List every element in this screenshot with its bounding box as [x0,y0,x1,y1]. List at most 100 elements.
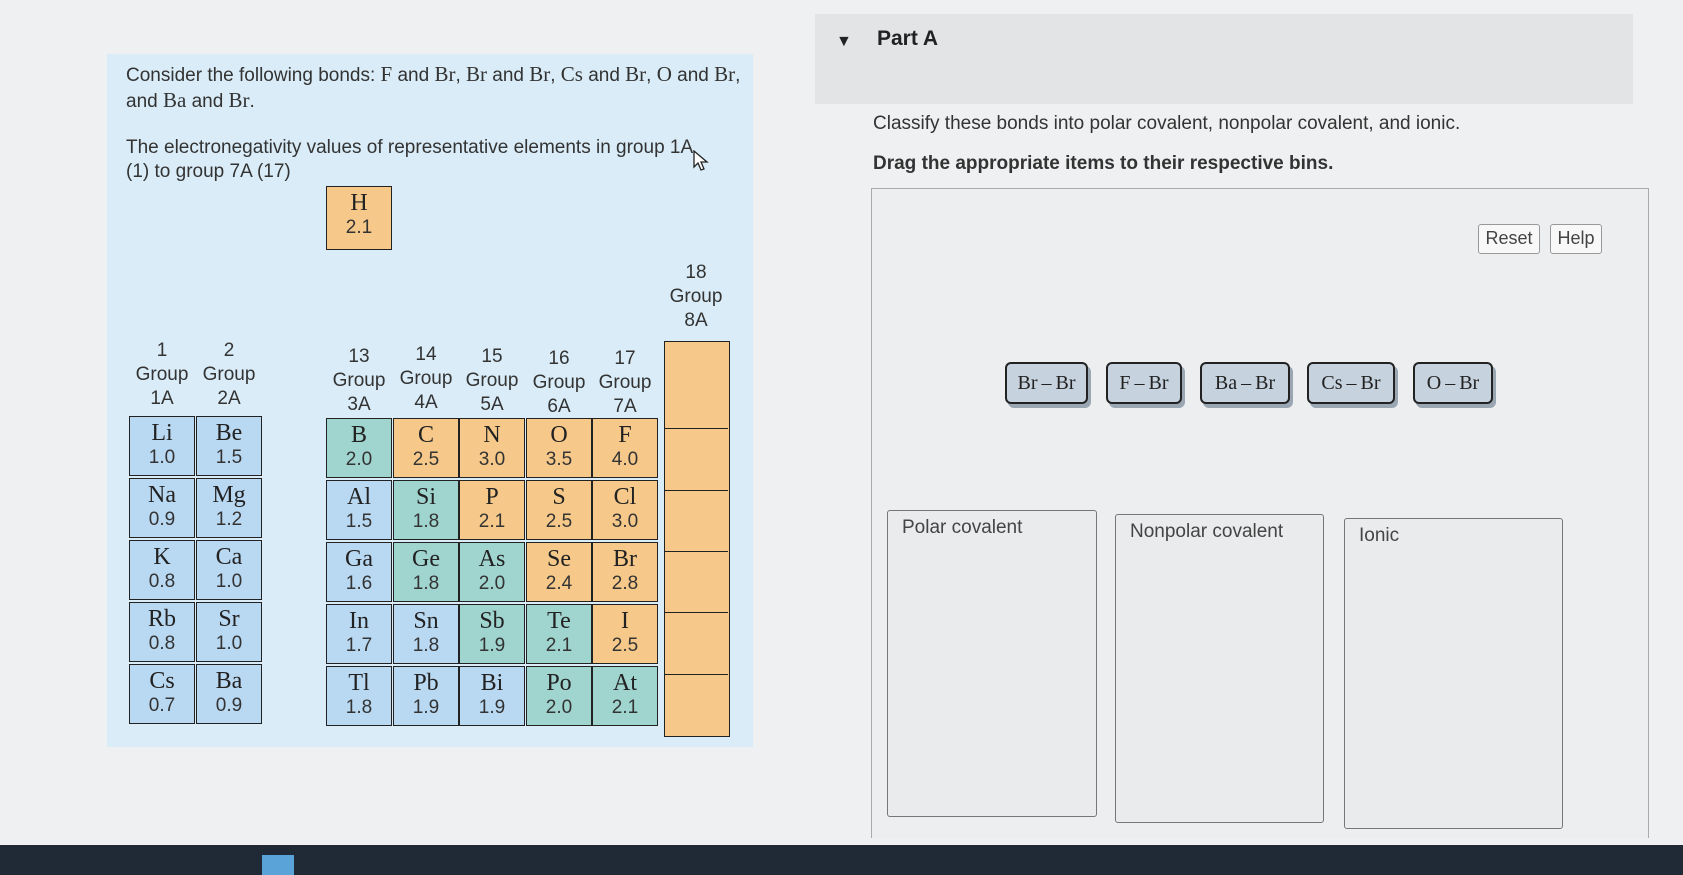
taskbar-app-icon[interactable] [262,855,294,875]
group-header-7: 17 Group 7A [598,348,652,417]
element-cell: Sb 1.9 [459,604,525,664]
electronegativity-value: 2.1 [611,697,639,718]
drag-item-o-br[interactable]: O – Br [1413,362,1493,404]
element-symbol: F [618,422,632,448]
element-cell: Si 1.8 [393,480,459,540]
element-symbol: I [621,608,629,634]
electronegativity-value: 2.8 [611,573,639,594]
electronegativity-value: 0.7 [148,695,176,716]
element-cell: C 2.5 [393,418,459,478]
element-cell: Ga 1.6 [326,542,392,602]
taskbar [0,845,1683,875]
electronegativity-value: 2.5 [611,635,639,656]
element-cell: B 2.0 [326,418,392,478]
instruction-text: Classify these bonds into polar covalent… [873,113,1461,134]
electronegativity-value: 2.1 [478,511,506,532]
element-symbol: Cl [613,484,637,510]
element-cell: F 4.0 [592,418,658,478]
element-symbol: P [485,484,499,510]
bin-polar-covalent[interactable]: Polar covalent [887,510,1097,817]
electronegativity-value: 2.0 [478,573,506,594]
element-symbol: Be [215,420,243,446]
element-symbol: Rb [147,606,176,632]
element-cell: Se 2.4 [526,542,592,602]
drag-item-cs-br[interactable]: Cs – Br [1307,362,1395,404]
bond-pair-2: Br and Br [466,62,551,86]
bond-pair-3: Cs and Br [560,62,647,86]
element-cell: At 2.1 [592,666,658,726]
element-symbol: Sn [413,608,439,634]
element-symbol: Br [613,546,637,572]
electronegativity-value: 1.9 [412,697,440,718]
question-intro: Consider the following bonds: [126,65,376,86]
electronegativity-value: 3.0 [611,511,639,532]
element-symbol: Ba [215,668,243,694]
element-symbol: Sb [479,608,505,634]
element-symbol: Se [547,546,571,572]
bond-pair-4: O and Br [656,62,736,86]
bond-pair-1: F and Br [380,62,456,86]
element-cell: Ge 1.8 [393,542,459,602]
drag-item-ba-br[interactable]: Ba – Br [1200,362,1290,404]
electronegativity-value: 1.8 [412,573,440,594]
drag-item-br-br[interactable]: Br – Br [1005,362,1088,404]
electronegativity-value: 2.5 [545,511,573,532]
element-cell: Al 1.5 [326,480,392,540]
bin-ionic[interactable]: Ionic [1344,518,1563,829]
electronegativity-value: 2.0 [545,697,573,718]
element-cell: As 2.0 [459,542,525,602]
electronegativity-value: 0.9 [148,509,176,530]
element-symbol: N [483,422,501,448]
element-symbol: Tl [348,670,370,696]
electronegativity-value: 1.6 [345,573,373,594]
element-symbol: Pb [413,670,439,696]
element-symbol: Ga [345,546,373,572]
group-18-column [664,341,730,737]
element-symbol: Mg [212,482,246,508]
electronegativity-value: 3.5 [545,449,573,470]
element-cell: Sn 1.8 [393,604,459,664]
element-cell: Cs 0.7 [129,664,195,724]
bin-nonpolar-covalent[interactable]: Nonpolar covalent [1115,514,1324,823]
element-symbol: Te [547,608,571,634]
element-cell: Te 2.1 [526,604,592,664]
electronegativity-value: 1.8 [412,635,440,656]
electronegativity-value: 2.0 [345,449,373,470]
group-header-4: 14 Group 4A [399,344,453,413]
electronegativity-value: 2.4 [545,573,573,594]
element-cell: Mg 1.2 [196,478,262,538]
screen: Consider the following bonds: F and Br, … [0,0,1683,845]
group-header-5: 15 Group 5A [465,346,519,415]
reset-button[interactable]: Reset [1478,224,1540,254]
element-symbol: As [478,546,506,572]
element-symbol: O [550,422,568,448]
collapse-caret-icon[interactable]: ▼ [836,33,852,51]
electronegativity-caption: The electronegativity values of represen… [126,137,694,182]
electronegativity-value: 0.8 [148,633,176,654]
element-symbol: C [417,422,434,448]
bond-pair-5: Ba and Br [162,88,250,112]
element-cell: In 1.7 [326,604,392,664]
electronegativity-value: 1.0 [215,633,243,654]
element-symbol: Li [151,420,173,446]
element-symbol: Cs [149,668,175,694]
electronegativity-value: 4.0 [611,449,639,470]
group-header-18: 18 Group 8A [669,262,723,331]
help-button[interactable]: Help [1550,224,1602,254]
element-cell: Pb 1.9 [393,666,459,726]
element-symbol: Po [546,670,572,696]
group-header-1: 1 Group 1A [135,340,189,409]
question-text: Consider the following bonds: F and Br, … [126,62,741,112]
element-cell: Na 0.9 [129,478,195,538]
drag-item-f-br[interactable]: F – Br [1106,362,1182,404]
electronegativity-value: 1.7 [345,635,373,656]
electronegativity-value: 2.5 [412,449,440,470]
electronegativity-value: 1.0 [148,447,176,468]
element-cell: P 2.1 [459,480,525,540]
part-title[interactable]: Part A [877,27,938,51]
group-header-3: 13 Group 3A [332,346,386,415]
electronegativity-value: 1.8 [412,511,440,532]
element-cell: S 2.5 [526,480,592,540]
electronegativity-value: 2.1 [545,635,573,656]
element-symbol: Sr [218,606,240,632]
